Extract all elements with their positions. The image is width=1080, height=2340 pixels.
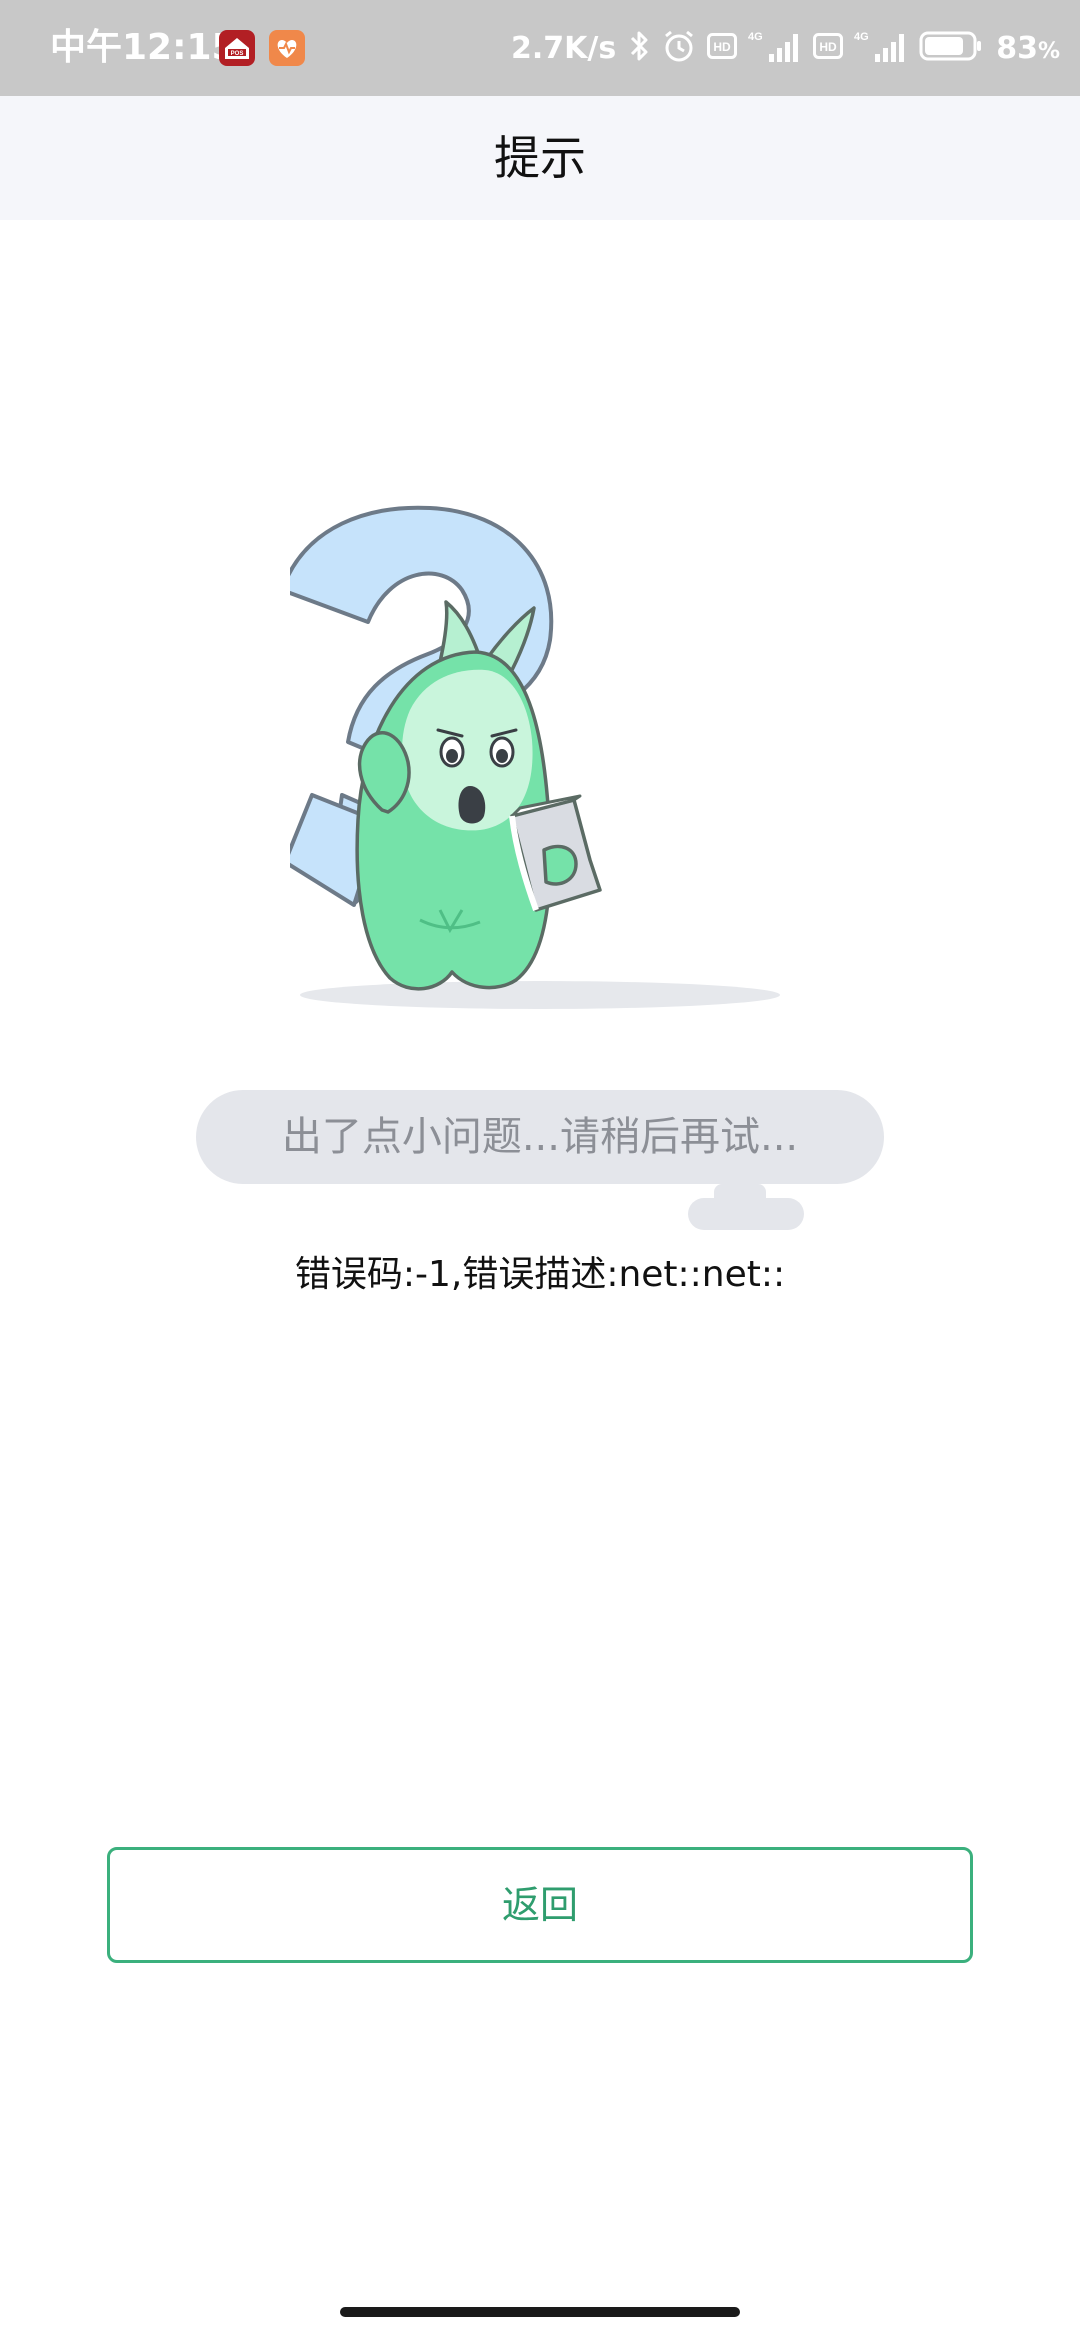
status-right-group: 2.7K/s HD 4G HD 4G 83%	[511, 22, 1060, 74]
home-indicator[interactable]	[340, 2307, 740, 2317]
signal-4g-icon: 4G	[853, 28, 909, 68]
signal-4g-icon: 4G	[747, 28, 803, 68]
svg-text:4G: 4G	[748, 31, 763, 43]
battery-percent: 83%	[996, 31, 1060, 66]
pos-app-icon: POS	[219, 30, 255, 66]
battery-percent-value: 83	[996, 30, 1038, 66]
hd-icon: HD	[813, 33, 844, 63]
ground-shadow	[300, 981, 780, 1009]
hd-icon: HD	[707, 33, 738, 63]
error-page: 中午12:15 POS 2.7K/s HD 4G HD 4G 83% 提示 出了…	[0, 0, 1080, 2340]
bubble-message: 出了点小问题...请稍后再试...	[281, 1114, 799, 1160]
battery-percent-unit: %	[1037, 38, 1060, 64]
back-button[interactable]: 返回	[107, 1847, 973, 1963]
bluetooth-icon	[629, 29, 651, 67]
title-bar: 提示	[0, 96, 1080, 220]
battery-icon	[919, 30, 983, 66]
svg-text:HD: HD	[714, 40, 732, 54]
svg-text:4G: 4G	[854, 31, 869, 43]
page-title: 提示	[494, 131, 586, 185]
alarm-icon	[661, 28, 697, 68]
error-description: 错误码:-1,错误描述:net::net::	[294, 1254, 786, 1295]
confused-mascot-illustration	[280, 490, 810, 1020]
status-time: 中午12:15	[50, 27, 237, 68]
back-button-label: 返回	[501, 1883, 578, 1927]
svg-text:POS: POS	[231, 51, 244, 57]
svg-text:HD: HD	[820, 40, 838, 54]
network-speed: 2.7K/s	[510, 30, 617, 66]
bubble-tail	[688, 1184, 804, 1230]
message-bubble: 出了点小问题...请稍后再试...	[196, 1090, 884, 1184]
health-app-icon	[269, 30, 305, 66]
status-bar: 中午12:15 POS 2.7K/s HD 4G HD 4G 83%	[0, 0, 1080, 96]
mascot-character	[355, 600, 602, 991]
